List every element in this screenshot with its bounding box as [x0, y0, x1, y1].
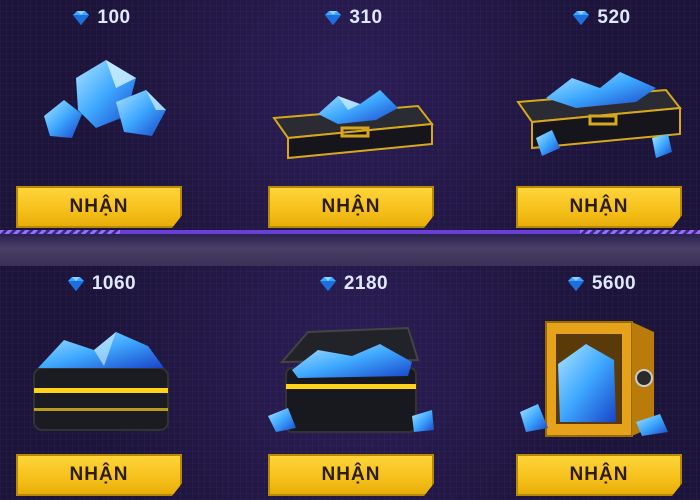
diamond-icon	[325, 11, 342, 25]
price-label: 1060	[16, 272, 186, 296]
reward-row-bottom: 1060 NHẬN 2180 NHẬN 5600 NHẬN	[0, 266, 700, 500]
amount-text: 5600	[591, 273, 637, 294]
price-label: 5600	[516, 272, 686, 296]
diamond-icon	[73, 11, 90, 25]
diamond-pile-icon	[44, 60, 166, 138]
diamond-icon	[319, 277, 336, 291]
price-label: 520	[516, 6, 686, 30]
diamond-icon	[573, 11, 590, 25]
price-label: 310	[268, 6, 438, 30]
section-divider	[0, 230, 700, 270]
crate-icon	[33, 332, 169, 431]
chest-icon	[268, 326, 434, 433]
claim-button[interactable]: NHẬN	[16, 186, 182, 228]
divider-stripe	[580, 230, 700, 234]
safe-icon	[520, 321, 668, 437]
amount-text: 100	[97, 7, 131, 28]
claim-button[interactable]: NHẬN	[268, 186, 434, 228]
briefcase-closed-icon	[272, 90, 434, 160]
divider-stripe	[0, 230, 120, 234]
diamond-icon	[567, 277, 584, 291]
claim-button[interactable]: NHẬN	[16, 454, 182, 496]
amount-text: 2180	[343, 273, 389, 294]
amount-text: 1060	[91, 273, 137, 294]
price-label: 100	[16, 6, 186, 30]
reward-row-top: 100 NHẬN 310 NHẬN 520 NHẬN	[0, 0, 700, 234]
claim-button[interactable]: NHẬN	[516, 454, 682, 496]
price-label: 2180	[268, 272, 438, 296]
briefcase-open-icon	[516, 72, 682, 158]
diamond-icon	[67, 277, 84, 291]
amount-text: 520	[597, 7, 631, 28]
claim-button[interactable]: NHẬN	[516, 186, 682, 228]
claim-button[interactable]: NHẬN	[268, 454, 434, 496]
amount-text: 310	[349, 7, 383, 28]
